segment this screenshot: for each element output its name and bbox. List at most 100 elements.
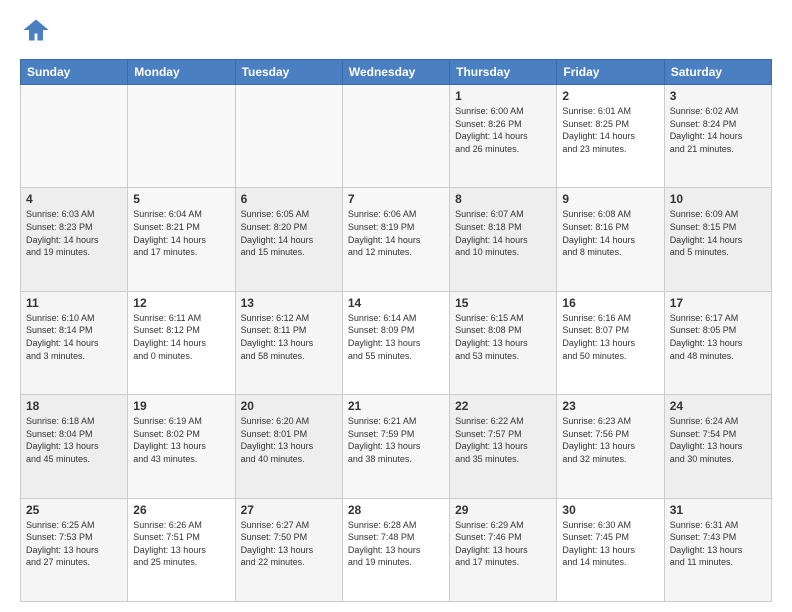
day-cell <box>128 85 235 188</box>
logo-icon <box>22 16 50 44</box>
day-number: 13 <box>241 296 337 310</box>
day-info: Sunrise: 6:01 AM Sunset: 8:25 PM Dayligh… <box>562 105 658 155</box>
weekday-header-monday: Monday <box>128 60 235 85</box>
day-number: 16 <box>562 296 658 310</box>
day-number: 26 <box>133 503 229 517</box>
day-number: 28 <box>348 503 444 517</box>
day-number: 7 <box>348 192 444 206</box>
day-cell: 21 Sunrise: 6:21 AM Sunset: 7:59 PM Dayli… <box>342 395 449 498</box>
day-cell: 25 Sunrise: 6:25 AM Sunset: 7:53 PM Dayli… <box>21 498 128 601</box>
day-cell <box>235 85 342 188</box>
week-row-1: 4Sunrise: 6:03 AM Sunset: 8:23 PM Daylig… <box>21 188 772 291</box>
day-cell: 28 Sunrise: 6:28 AM Sunset: 7:48 PM Dayli… <box>342 498 449 601</box>
day-info: Sunrise: 6:06 AM Sunset: 8:19 PM Dayligh… <box>348 208 444 258</box>
day-info: Sunrise: 6:22 AM Sunset: 7:57 PM Dayligh… <box>455 415 551 465</box>
week-row-3: 18Sunrise: 6:18 AM Sunset: 8:04 PM Dayli… <box>21 395 772 498</box>
day-info: Sunrise: 6:05 AM Sunset: 8:20 PM Dayligh… <box>241 208 337 258</box>
day-number: 9 <box>562 192 658 206</box>
day-cell: 13 Sunrise: 6:12 AM Sunset: 8:11 PM Dayli… <box>235 291 342 394</box>
weekday-header-thursday: Thursday <box>450 60 557 85</box>
day-cell: 20 Sunrise: 6:20 AM Sunset: 8:01 PM Dayli… <box>235 395 342 498</box>
day-info: Sunrise: 6:28 AM Sunset: 7:48 PM Dayligh… <box>348 519 444 569</box>
day-info: Sunrise: 6:08 AM Sunset: 8:16 PM Dayligh… <box>562 208 658 258</box>
day-cell: 10 Sunrise: 6:09 AM Sunset: 8:15 PM Dayli… <box>664 188 771 291</box>
day-number: 6 <box>241 192 337 206</box>
weekday-header-sunday: Sunday <box>21 60 128 85</box>
day-cell: 16 Sunrise: 6:16 AM Sunset: 8:07 PM Dayli… <box>557 291 664 394</box>
day-info: Sunrise: 6:24 AM Sunset: 7:54 PM Dayligh… <box>670 415 766 465</box>
day-info: Sunrise: 6:15 AM Sunset: 8:08 PM Dayligh… <box>455 312 551 362</box>
day-number: 17 <box>670 296 766 310</box>
day-info: Sunrise: 6:03 AM Sunset: 8:23 PM Dayligh… <box>26 208 122 258</box>
day-number: 12 <box>133 296 229 310</box>
day-cell <box>342 85 449 188</box>
day-info: Sunrise: 6:18 AM Sunset: 8:04 PM Dayligh… <box>26 415 122 465</box>
day-number: 15 <box>455 296 551 310</box>
logo <box>20 16 50 49</box>
day-info: Sunrise: 6:26 AM Sunset: 7:51 PM Dayligh… <box>133 519 229 569</box>
day-number: 20 <box>241 399 337 413</box>
day-cell: 18Sunrise: 6:18 AM Sunset: 8:04 PM Dayli… <box>21 395 128 498</box>
day-cell: 4Sunrise: 6:03 AM Sunset: 8:23 PM Daylig… <box>21 188 128 291</box>
day-cell: 26 Sunrise: 6:26 AM Sunset: 7:51 PM Dayli… <box>128 498 235 601</box>
calendar-table: SundayMondayTuesdayWednesdayThursdayFrid… <box>20 59 772 602</box>
day-info: Sunrise: 6:12 AM Sunset: 8:11 PM Dayligh… <box>241 312 337 362</box>
day-cell: 24 Sunrise: 6:24 AM Sunset: 7:54 PM Dayli… <box>664 395 771 498</box>
day-info: Sunrise: 6:21 AM Sunset: 7:59 PM Dayligh… <box>348 415 444 465</box>
day-number: 25 <box>26 503 122 517</box>
header-row: SundayMondayTuesdayWednesdayThursdayFrid… <box>21 60 772 85</box>
day-info: Sunrise: 6:29 AM Sunset: 7:46 PM Dayligh… <box>455 519 551 569</box>
day-number: 27 <box>241 503 337 517</box>
day-info: Sunrise: 6:07 AM Sunset: 8:18 PM Dayligh… <box>455 208 551 258</box>
calendar: SundayMondayTuesdayWednesdayThursdayFrid… <box>20 59 772 602</box>
page: SundayMondayTuesdayWednesdayThursdayFrid… <box>0 0 792 612</box>
day-cell: 6 Sunrise: 6:05 AM Sunset: 8:20 PM Daylig… <box>235 188 342 291</box>
day-info: Sunrise: 6:20 AM Sunset: 8:01 PM Dayligh… <box>241 415 337 465</box>
weekday-header-tuesday: Tuesday <box>235 60 342 85</box>
day-cell: 15 Sunrise: 6:15 AM Sunset: 8:08 PM Dayli… <box>450 291 557 394</box>
weekday-header-friday: Friday <box>557 60 664 85</box>
day-info: Sunrise: 6:16 AM Sunset: 8:07 PM Dayligh… <box>562 312 658 362</box>
day-number: 8 <box>455 192 551 206</box>
header <box>20 16 772 49</box>
day-info: Sunrise: 6:09 AM Sunset: 8:15 PM Dayligh… <box>670 208 766 258</box>
day-cell: 9 Sunrise: 6:08 AM Sunset: 8:16 PM Daylig… <box>557 188 664 291</box>
day-info: Sunrise: 6:00 AM Sunset: 8:26 PM Dayligh… <box>455 105 551 155</box>
weekday-header-wednesday: Wednesday <box>342 60 449 85</box>
day-info: Sunrise: 6:19 AM Sunset: 8:02 PM Dayligh… <box>133 415 229 465</box>
day-cell: 23 Sunrise: 6:23 AM Sunset: 7:56 PM Dayli… <box>557 395 664 498</box>
day-cell: 29Sunrise: 6:29 AM Sunset: 7:46 PM Dayli… <box>450 498 557 601</box>
day-number: 30 <box>562 503 658 517</box>
day-info: Sunrise: 6:25 AM Sunset: 7:53 PM Dayligh… <box>26 519 122 569</box>
day-cell: 3 Sunrise: 6:02 AM Sunset: 8:24 PM Daylig… <box>664 85 771 188</box>
day-cell: 27 Sunrise: 6:27 AM Sunset: 7:50 PM Dayli… <box>235 498 342 601</box>
day-number: 11 <box>26 296 122 310</box>
day-cell: 1Sunrise: 6:00 AM Sunset: 8:26 PM Daylig… <box>450 85 557 188</box>
day-cell: 19 Sunrise: 6:19 AM Sunset: 8:02 PM Dayli… <box>128 395 235 498</box>
day-cell: 17Sunrise: 6:17 AM Sunset: 8:05 PM Dayli… <box>664 291 771 394</box>
day-number: 5 <box>133 192 229 206</box>
week-row-2: 11 Sunrise: 6:10 AM Sunset: 8:14 PM Dayli… <box>21 291 772 394</box>
day-number: 24 <box>670 399 766 413</box>
week-row-4: 25 Sunrise: 6:25 AM Sunset: 7:53 PM Dayli… <box>21 498 772 601</box>
day-cell: 12Sunrise: 6:11 AM Sunset: 8:12 PM Dayli… <box>128 291 235 394</box>
day-number: 10 <box>670 192 766 206</box>
day-cell: 8 Sunrise: 6:07 AM Sunset: 8:18 PM Daylig… <box>450 188 557 291</box>
day-number: 19 <box>133 399 229 413</box>
weekday-header-saturday: Saturday <box>664 60 771 85</box>
day-cell: 14Sunrise: 6:14 AM Sunset: 8:09 PM Dayli… <box>342 291 449 394</box>
week-row-0: 1Sunrise: 6:00 AM Sunset: 8:26 PM Daylig… <box>21 85 772 188</box>
day-number: 14 <box>348 296 444 310</box>
day-number: 22 <box>455 399 551 413</box>
day-number: 21 <box>348 399 444 413</box>
day-cell: 30Sunrise: 6:30 AM Sunset: 7:45 PM Dayli… <box>557 498 664 601</box>
day-number: 23 <box>562 399 658 413</box>
day-cell: 7 Sunrise: 6:06 AM Sunset: 8:19 PM Daylig… <box>342 188 449 291</box>
day-info: Sunrise: 6:27 AM Sunset: 7:50 PM Dayligh… <box>241 519 337 569</box>
calendar-header: SundayMondayTuesdayWednesdayThursdayFrid… <box>21 60 772 85</box>
day-number: 2 <box>562 89 658 103</box>
day-number: 3 <box>670 89 766 103</box>
day-info: Sunrise: 6:23 AM Sunset: 7:56 PM Dayligh… <box>562 415 658 465</box>
day-info: Sunrise: 6:10 AM Sunset: 8:14 PM Dayligh… <box>26 312 122 362</box>
day-info: Sunrise: 6:02 AM Sunset: 8:24 PM Dayligh… <box>670 105 766 155</box>
